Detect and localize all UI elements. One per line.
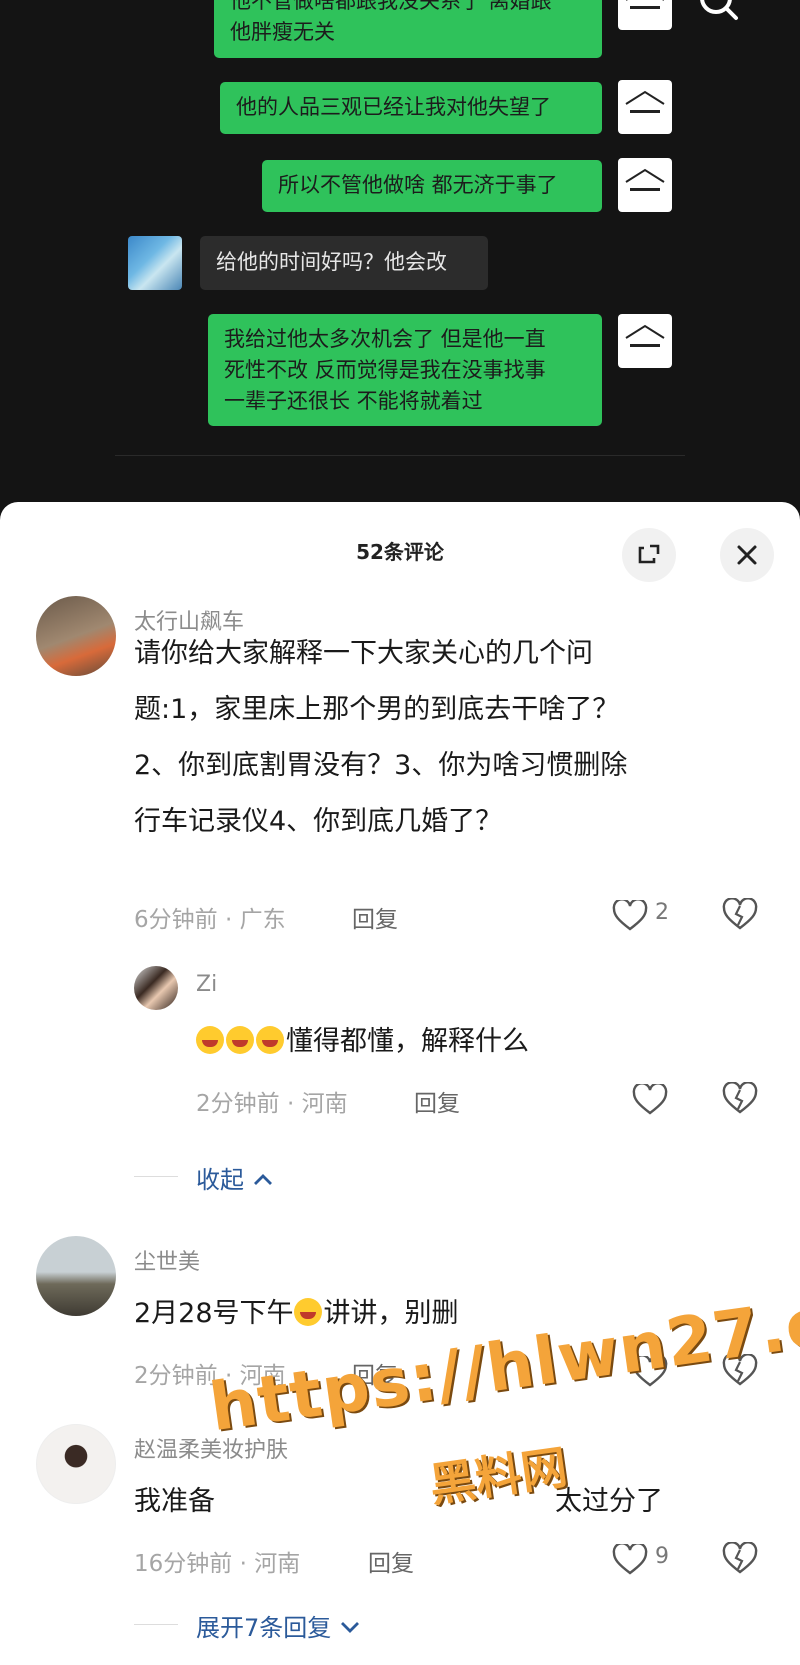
chevron-up-icon (253, 1174, 272, 1185)
sender-avatar (618, 314, 672, 368)
laughing-emoji-icon (226, 1026, 254, 1054)
reply-button[interactable]: 回复 (352, 900, 398, 934)
logo-icon (625, 324, 665, 347)
reply-button[interactable]: 回复 (368, 1544, 414, 1578)
close-icon (737, 545, 757, 565)
divider (134, 1624, 178, 1625)
reply-button[interactable]: 回复 (414, 1084, 460, 1118)
chat-message-received: 给他的时间好吗？他会改 (200, 236, 488, 290)
sender-avatar (618, 158, 672, 212)
like-count: 9 (655, 1544, 669, 1569)
comment-author[interactable]: Zi (196, 972, 217, 997)
comment-count-title: 52条评论 (356, 540, 444, 564)
divider (115, 455, 685, 456)
like-count: 2 (655, 900, 669, 925)
expand-button[interactable] (622, 528, 676, 582)
sender-avatar (618, 80, 672, 134)
avatar[interactable] (36, 1236, 116, 1316)
expand-icon (638, 544, 660, 564)
chat-message-sent: 所以不管他做啥 都无济于事了 (262, 160, 602, 212)
chat-message-sent: 他的人品三观已经让我对他失望了 (220, 82, 602, 134)
broken-heart-icon[interactable] (722, 1542, 758, 1576)
broken-heart-icon[interactable] (722, 1082, 758, 1116)
close-button[interactable] (720, 528, 774, 582)
broken-heart-icon[interactable] (722, 898, 758, 932)
heart-icon[interactable] (612, 1544, 648, 1576)
logo-icon (625, 90, 665, 113)
comment-meta: 6分钟前 · 广东 (134, 907, 286, 933)
comment-text: 懂得都懂，解释什么 (196, 1014, 756, 1070)
expand-replies-button[interactable]: 展开7条回复 (196, 1608, 361, 1643)
laughing-emoji-icon (256, 1026, 284, 1054)
collapse-replies-button[interactable]: 收起 (196, 1160, 274, 1195)
comment-text: 请你给大家解释一下大家关心的几个问 题:1，家里床上那个男的到底去干啥了？ 2、… (134, 638, 628, 837)
grin-emoji-icon (293, 1298, 322, 1326)
search-icon[interactable] (696, 0, 740, 28)
contact-avatar (128, 236, 182, 290)
chat-message-sent: 我给过他太多次机会了 但是他一直 死性不改 反而觉得是我在没事找事 一辈子还很长… (208, 314, 602, 426)
sender-avatar (618, 0, 672, 30)
comment-author[interactable]: 尘世美 (134, 1244, 200, 1276)
avatar[interactable] (36, 596, 116, 676)
avatar[interactable] (134, 966, 178, 1010)
comment-sheet: 52条评论 太行山飙车 请你给大家解释一下大家关心的几个问 题:1，家里床上那个… (0, 502, 800, 1665)
avatar[interactable] (36, 1424, 116, 1504)
heart-icon[interactable] (612, 900, 648, 932)
chat-background: 他不管做啥都跟我没关系了 离婚跟 他胖瘦无关 他的人品三观已经让我对他失望了 所… (0, 0, 800, 500)
comment-meta: 16分钟前 · 河南 (134, 1551, 301, 1577)
laughing-emoji-icon (196, 1026, 224, 1054)
chevron-down-icon (340, 1622, 359, 1633)
chat-message-sent: 他不管做啥都跟我没关系了 离婚跟 他胖瘦无关 (214, 0, 602, 58)
divider (134, 1176, 178, 1177)
comment-meta: 2分钟前 · 河南 (196, 1091, 348, 1117)
logo-icon (625, 168, 665, 191)
heart-icon[interactable] (632, 1084, 668, 1116)
logo-icon (626, 0, 664, 9)
